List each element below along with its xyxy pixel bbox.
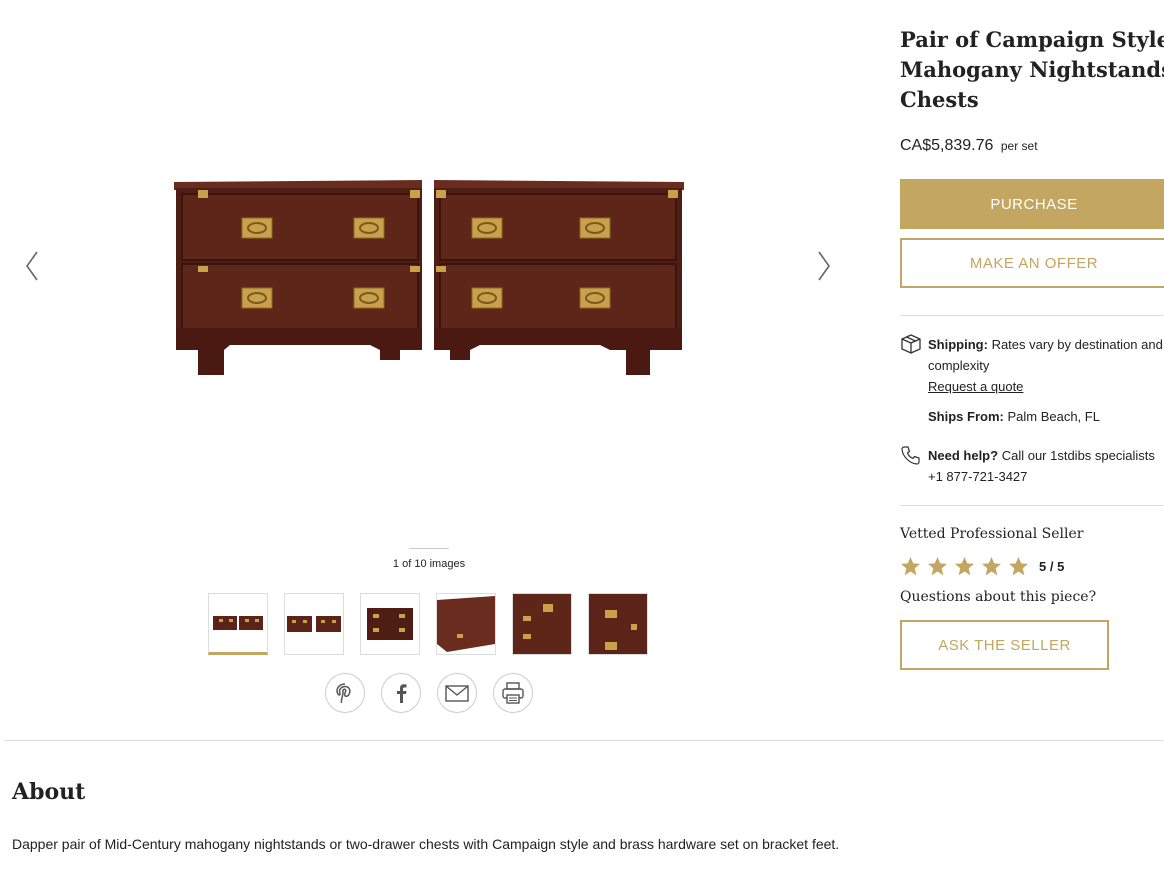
print-icon (502, 682, 524, 704)
print-button[interactable] (493, 673, 533, 713)
star-icon (955, 557, 974, 576)
chevron-left-icon (26, 251, 38, 281)
request-quote-link[interactable]: Request a quote (928, 379, 1023, 394)
thumbnail-3[interactable] (360, 593, 420, 655)
shipping-label: Shipping: (928, 337, 988, 352)
star-icon (982, 557, 1001, 576)
ask-seller-button[interactable]: ASK THE SELLER (900, 620, 1109, 670)
product-price: CA$5,839.76 per set (900, 137, 1038, 155)
product-info-panel: Pair of Campaign Style Mahogany Nightsta… (900, 0, 1164, 700)
shipping-info: Shipping: Rates vary by destination and … (928, 334, 1164, 397)
phone-icon (901, 446, 920, 465)
product-gallery: 1 of 10 images (0, 0, 860, 730)
ships-from-value: Palm Beach, FL (1007, 409, 1100, 424)
facebook-icon (397, 684, 407, 703)
seller-rating: 5 / 5 (900, 556, 1064, 577)
previous-image-button[interactable] (20, 250, 44, 282)
pinterest-icon (336, 683, 351, 704)
rating-value: 5 / 5 (1039, 559, 1065, 574)
thumbnail-5[interactable] (512, 593, 572, 655)
chevron-right-icon (818, 251, 830, 281)
price-value: CA$5,839.76 (900, 137, 994, 154)
star-icon (901, 557, 920, 576)
facebook-share-button[interactable] (381, 673, 421, 713)
counter-divider (409, 548, 449, 549)
thumbnail-4[interactable] (436, 593, 496, 655)
purchase-button[interactable]: PURCHASE (900, 179, 1164, 229)
divider (900, 505, 1164, 506)
divider (900, 315, 1164, 316)
help-label: Need help? (928, 448, 999, 463)
make-offer-button[interactable]: MAKE AN OFFER (900, 238, 1164, 288)
ships-from: Ships From: Palm Beach, FL (928, 406, 1164, 427)
product-title: Pair of Campaign Style Mahogany Nightsta… (900, 27, 1164, 112)
next-image-button[interactable] (812, 250, 836, 282)
email-icon (445, 685, 469, 702)
package-icon (901, 334, 921, 354)
thumbnail-1[interactable] (208, 593, 268, 655)
about-heading: About (12, 779, 86, 805)
image-counter: 1 of 10 images (392, 558, 466, 570)
email-share-button[interactable] (437, 673, 477, 713)
questions-label: Questions about this piece? (900, 589, 1097, 605)
star-icon (928, 557, 947, 576)
share-bar (325, 673, 533, 713)
help-info: Need help? Call our 1stdibs specialists … (928, 445, 1164, 487)
about-description: Dapper pair of Mid-Century mahogany nigh… (12, 836, 840, 852)
thumbnail-2[interactable] (284, 593, 344, 655)
nightstands-image (174, 180, 684, 375)
ships-from-label: Ships From: (928, 409, 1004, 424)
star-icon (1009, 557, 1028, 576)
section-divider (4, 740, 1164, 741)
vetted-seller-label: Vetted Professional Seller (900, 526, 1084, 542)
thumbnail-6[interactable] (588, 593, 648, 655)
price-unit: per set (1000, 139, 1038, 153)
main-product-image[interactable] (170, 170, 690, 385)
pinterest-share-button[interactable] (325, 673, 365, 713)
thumbnail-strip (208, 593, 648, 655)
